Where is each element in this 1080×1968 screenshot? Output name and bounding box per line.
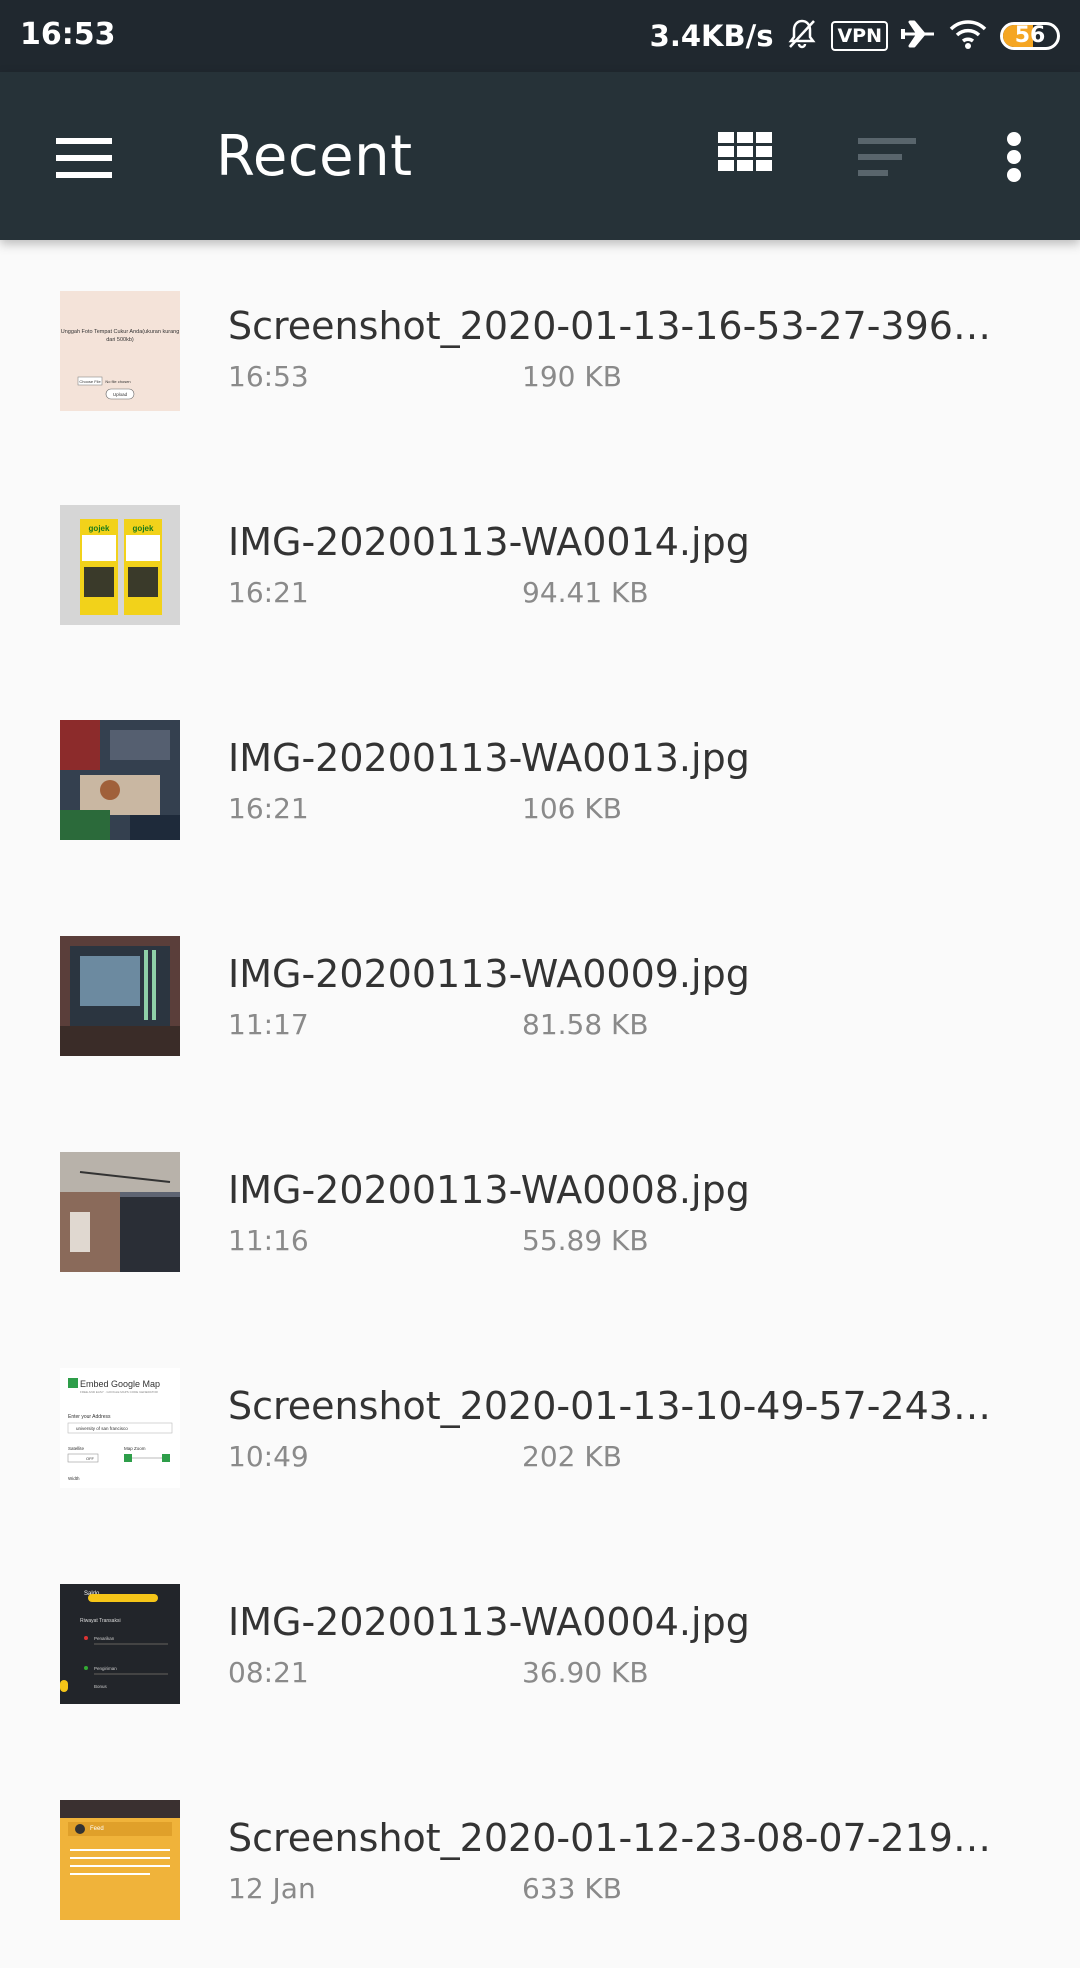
- list-item[interactable]: Unggah Foto Tempat Cukur Anda(ukuran kur…: [0, 240, 1080, 456]
- file-size: 36.90 KB: [522, 1656, 649, 1689]
- file-thumbnail: [60, 936, 180, 1056]
- svg-text:Map Zoom: Map Zoom: [124, 1446, 146, 1451]
- svg-text:Embed Google Map: Embed Google Map: [80, 1379, 160, 1389]
- svg-text:Bonus: Bonus: [94, 1684, 108, 1689]
- file-name: IMG-20200113-WA0008.jpg: [228, 1168, 750, 1212]
- file-size: 190 KB: [522, 360, 622, 393]
- svg-text:FREE AND EASY · GOOGLE MAPS CO: FREE AND EASY · GOOGLE MAPS CODE GENERAT…: [80, 1390, 159, 1394]
- battery-icon: 56: [1000, 22, 1060, 50]
- grid-view-icon[interactable]: [718, 132, 772, 174]
- file-size: 94.41 KB: [522, 576, 649, 609]
- file-thumbnail: gojek gojek: [60, 505, 180, 625]
- file-size: 55.89 KB: [522, 1224, 649, 1257]
- file-name: IMG-20200113-WA0014.jpg: [228, 520, 750, 564]
- list-item[interactable]: IMG-20200113-WA0013.jpg 16:21 106 KB: [0, 672, 1080, 888]
- file-name: Screenshot_2020-01-13-10-49-57-243_co...: [228, 1384, 1008, 1428]
- menu-icon[interactable]: [56, 138, 112, 178]
- svg-text:Penarikan: Penarikan: [94, 1636, 115, 1641]
- file-size: 202 KB: [522, 1440, 622, 1473]
- svg-text:OFF: OFF: [86, 1456, 95, 1461]
- list-item[interactable]: Saldo Riwayat Transaksi Penarikan Pengir…: [0, 1536, 1080, 1752]
- file-time: 16:53: [228, 360, 309, 393]
- file-name: Screenshot_2020-01-12-23-08-07-219_co...: [228, 1816, 1008, 1860]
- file-name: IMG-20200113-WA0009.jpg: [228, 952, 750, 996]
- page-title: Recent: [216, 124, 413, 189]
- file-thumbnail: Saldo Riwayat Transaksi Penarikan Pengir…: [60, 1584, 180, 1704]
- status-time: 16:53: [20, 17, 116, 52]
- svg-text:gojek: gojek: [133, 524, 154, 533]
- status-icons: 3.4KB/s VPN 56: [650, 14, 1060, 58]
- vpn-icon: VPN: [831, 21, 888, 51]
- svg-text:No file chosen: No file chosen: [105, 379, 130, 384]
- svg-text:Riwayat Transaksi: Riwayat Transaksi: [80, 1618, 121, 1624]
- file-thumbnail: Feed: [60, 1800, 180, 1920]
- sort-icon[interactable]: [858, 138, 916, 178]
- svg-text:Enter your Address: Enter your Address: [68, 1414, 111, 1420]
- net-speed: 3.4KB/s: [649, 19, 774, 53]
- file-thumbnail: Unggah Foto Tempat Cukur Anda(ukuran kur…: [60, 291, 180, 411]
- bell-off-icon: [785, 17, 819, 55]
- file-time: 10:49: [228, 1440, 309, 1473]
- list-item[interactable]: Embed Google Map FREE AND EASY · GOOGLE …: [0, 1320, 1080, 1536]
- file-size: 633 KB: [522, 1872, 622, 1905]
- file-time: 12 Jan: [228, 1872, 316, 1905]
- file-time: 11:16: [228, 1224, 309, 1257]
- svg-text:university of san francisco: university of san francisco: [76, 1426, 128, 1431]
- app-bar: Recent: [0, 72, 1080, 240]
- svg-text:Pengiriman: Pengiriman: [94, 1666, 117, 1671]
- file-size: 106 KB: [522, 792, 622, 825]
- airplane-icon: [900, 17, 936, 55]
- file-thumbnail: [60, 720, 180, 840]
- svg-text:gojek: gojek: [89, 524, 110, 533]
- more-options-icon[interactable]: [1004, 132, 1026, 182]
- svg-text:dari 500kb): dari 500kb): [106, 337, 134, 343]
- list-item[interactable]: IMG-20200113-WA0008.jpg 11:16 55.89 KB: [0, 1104, 1080, 1320]
- status-bar: 16:53 3.4KB/s VPN 56: [0, 0, 1080, 72]
- file-name: IMG-20200113-WA0004.jpg: [228, 1600, 750, 1644]
- svg-text:Upload: Upload: [113, 392, 128, 397]
- file-time: 11:17: [228, 1008, 309, 1041]
- file-name: IMG-20200113-WA0013.jpg: [228, 736, 750, 780]
- file-time: 16:21: [228, 792, 309, 825]
- file-time: 16:21: [228, 576, 309, 609]
- wifi-icon: [948, 17, 988, 55]
- list-item[interactable]: Feed Screenshot_2020-01-12-23-08-07-219_…: [0, 1752, 1080, 1968]
- svg-text:Choose File: Choose File: [79, 379, 101, 384]
- battery-level: 56: [1014, 23, 1046, 48]
- list-item[interactable]: IMG-20200113-WA0009.jpg 11:17 81.58 KB: [0, 888, 1080, 1104]
- file-size: 81.58 KB: [522, 1008, 649, 1041]
- svg-text:Width: Width: [68, 1476, 80, 1481]
- file-thumbnail: [60, 1152, 180, 1272]
- svg-text:Unggah Foto Tempat Cukur Anda(: Unggah Foto Tempat Cukur Anda(ukuran kur…: [61, 329, 180, 335]
- file-name: Screenshot_2020-01-13-16-53-27-396_co...: [228, 304, 1008, 348]
- svg-text:Satellite: Satellite: [68, 1446, 85, 1451]
- svg-text:Feed: Feed: [90, 1826, 104, 1832]
- file-thumbnail: Embed Google Map FREE AND EASY · GOOGLE …: [60, 1368, 180, 1488]
- list-item[interactable]: gojek gojek IMG-20200113-WA0014.jpg 16:2…: [0, 456, 1080, 672]
- file-time: 08:21: [228, 1656, 309, 1689]
